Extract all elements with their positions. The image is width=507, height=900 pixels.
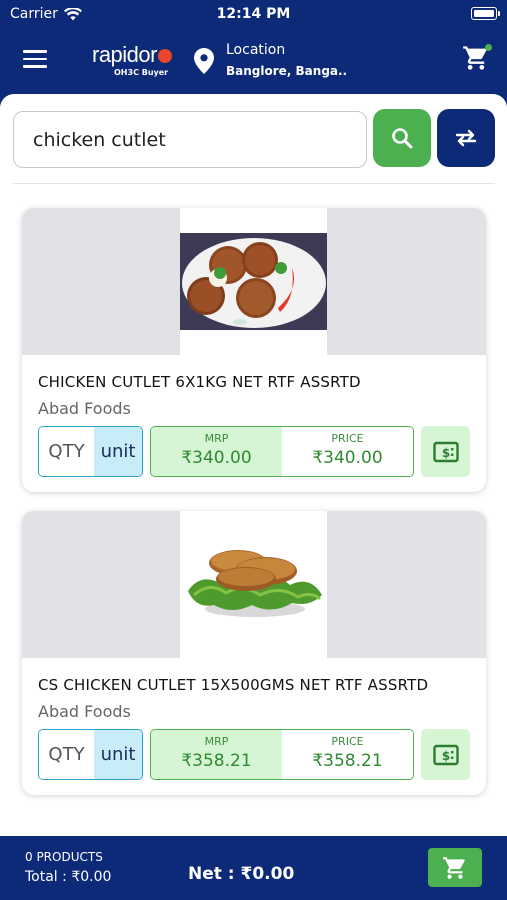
product-vendor: Abad Foods <box>38 399 131 418</box>
product-name[interactable]: CS CHICKEN CUTLET 15X500GMS NET RTF ASSR… <box>38 676 428 694</box>
logo-wordmark: rapidor <box>92 42 173 68</box>
dollar-bill-icon: $ <box>432 744 459 765</box>
price-label: PRICE <box>331 735 364 748</box>
location-title[interactable]: Location <box>226 42 285 58</box>
quote-button[interactable]: $ <box>421 729 470 780</box>
price-box: MRP ₹358.21 PRICE ₹358.21 <box>150 729 414 780</box>
search-icon <box>392 128 413 149</box>
svg-text:$: $ <box>441 446 449 460</box>
price-value: ₹358.21 <box>312 751 383 771</box>
product-vendor: Abad Foods <box>38 702 131 721</box>
product-card[interactable]: CHICKEN CUTLET 6X1KG NET RTF ASSRTD Abad… <box>22 208 486 492</box>
mrp-section: MRP ₹358.21 <box>151 730 282 779</box>
logo-text: rapidor <box>92 42 157 67</box>
app-header: rapidor OH3C Buyer Location Banglore, Ba… <box>0 28 507 94</box>
status-time: 12:14 PM <box>216 6 291 22</box>
quantity-input[interactable]: QTY unit <box>38 426 143 477</box>
location-pin-icon[interactable] <box>194 48 214 74</box>
view-cart-button[interactable] <box>428 848 482 887</box>
logo-subtext: OH3C Buyer <box>114 68 169 77</box>
battery-icon <box>471 7 500 20</box>
status-bar: Carrier 12:14 PM <box>0 0 507 28</box>
divider <box>13 183 495 184</box>
product-image[interactable] <box>180 511 327 658</box>
qty-label[interactable]: QTY <box>39 730 94 779</box>
price-value: ₹340.00 <box>312 448 383 468</box>
product-name[interactable]: CHICKEN CUTLET 6X1KG NET RTF ASSRTD <box>38 373 361 391</box>
mrp-value: ₹340.00 <box>181 448 252 468</box>
price-section: PRICE ₹358.21 <box>282 730 413 779</box>
search-button[interactable] <box>373 109 431 167</box>
swap-arrows-icon <box>455 129 477 147</box>
price-label: PRICE <box>331 432 364 445</box>
shopping-cart-icon <box>443 856 465 879</box>
mrp-value: ₹358.21 <box>181 751 252 771</box>
location-value[interactable]: Banglore, Banga.. <box>226 64 347 78</box>
unit-selector[interactable]: unit <box>94 730 142 779</box>
cart-summary-bar: 0 PRODUCTS Total : ₹0.00 Net : ₹0.00 <box>0 836 507 900</box>
mrp-section: MRP ₹340.00 <box>151 427 282 476</box>
main-content: CHICKEN CUTLET 6X1KG NET RTF ASSRTD Abad… <box>0 94 507 836</box>
product-image[interactable] <box>180 208 327 355</box>
products-count: 0 PRODUCTS <box>25 850 103 864</box>
logo-play-icon <box>157 49 172 63</box>
quantity-input[interactable]: QTY unit <box>38 729 143 780</box>
swap-button[interactable] <box>437 109 495 167</box>
price-section: PRICE ₹340.00 <box>282 427 413 476</box>
qty-label[interactable]: QTY <box>39 427 94 476</box>
dollar-bill-icon: $ <box>432 441 459 462</box>
mrp-label: MRP <box>204 432 229 445</box>
app-logo: rapidor OH3C Buyer <box>92 42 173 77</box>
mrp-label: MRP <box>204 735 229 748</box>
hamburger-menu-icon[interactable] <box>23 50 47 70</box>
svg-text:$: $ <box>441 749 449 763</box>
product-image-area <box>22 511 486 658</box>
cart-net: Net : ₹0.00 <box>188 864 295 884</box>
product-image-area <box>22 208 486 355</box>
search-input[interactable] <box>13 111 367 168</box>
price-box: MRP ₹340.00 PRICE ₹340.00 <box>150 426 414 477</box>
product-card[interactable]: CS CHICKEN CUTLET 15X500GMS NET RTF ASSR… <box>22 511 486 795</box>
cart-notification-dot <box>485 44 492 51</box>
unit-selector[interactable]: unit <box>94 427 142 476</box>
quote-button[interactable]: $ <box>421 426 470 477</box>
cart-total: Total : ₹0.00 <box>25 869 112 885</box>
